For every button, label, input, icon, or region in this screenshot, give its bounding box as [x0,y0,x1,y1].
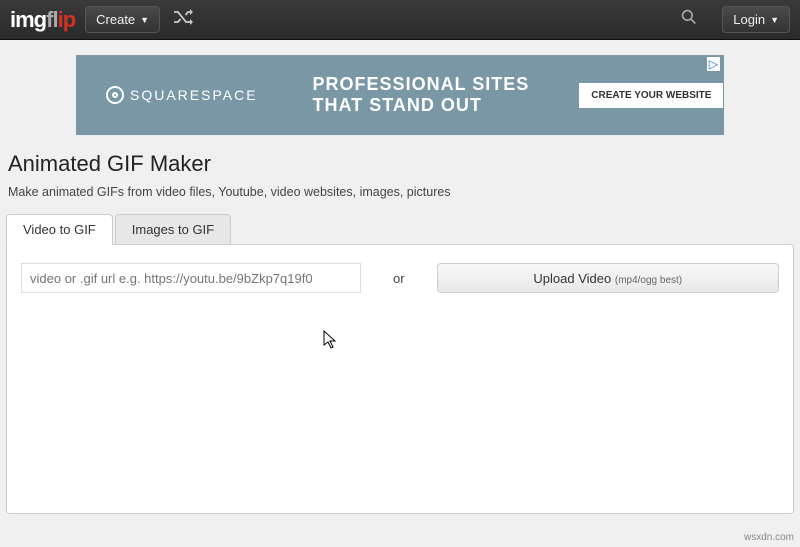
input-row: or Upload Video (mp4/ogg best) [21,263,779,293]
ad-headline: PROFESSIONAL SITES THAT STAND OUT [313,74,530,115]
create-button[interactable]: Create ▼ [85,6,160,33]
logo-part-fl: fl [46,7,57,32]
ad-brand: SQUARESPACE [106,86,258,104]
ad-info-icon[interactable]: ▷ [707,57,720,71]
or-separator: or [393,271,405,286]
tabs-container: Video to GIF Images to GIF or Upload Vid… [6,213,794,514]
ad-cta-button[interactable]: CREATE YOUR WEBSITE [579,83,723,108]
ad-line2: THAT STAND OUT [313,95,530,116]
search-icon[interactable] [681,9,697,30]
logo-part-ip: ip [58,7,76,32]
ad-line1: PROFESSIONAL SITES [313,74,530,95]
watermark: wsxdn.com [744,532,794,543]
site-logo[interactable]: imgflip [10,7,75,33]
tab-images-to-gif[interactable]: Images to GIF [115,214,231,245]
create-button-label: Create [96,12,135,27]
ad-banner[interactable]: ▷ SQUARESPACE PROFESSIONAL SITES THAT ST… [76,55,724,135]
top-navbar: imgflip Create ▼ Login ▼ [0,0,800,40]
caret-down-icon: ▼ [140,15,149,25]
login-button[interactable]: Login ▼ [722,6,790,33]
video-url-input[interactable] [21,263,361,293]
ad-brand-text: SQUARESPACE [130,87,258,103]
page-subtitle: Make animated GIFs from video files, You… [8,185,800,199]
tab-panel: or Upload Video (mp4/ogg best) [6,244,794,514]
logo-part-img: img [10,7,46,32]
upload-button-hint: (mp4/ogg best) [615,275,682,286]
page-title: Animated GIF Maker [8,151,800,177]
shuffle-icon[interactable] [172,9,194,30]
caret-down-icon: ▼ [770,15,779,25]
upload-button-label: Upload Video [533,271,611,286]
upload-video-button[interactable]: Upload Video (mp4/ogg best) [437,263,779,293]
tab-video-to-gif[interactable]: Video to GIF [6,214,113,245]
nav-right: Login ▼ [681,6,790,33]
login-button-label: Login [733,12,765,27]
tabs: Video to GIF Images to GIF [6,213,794,244]
squarespace-logo-icon [106,86,124,104]
